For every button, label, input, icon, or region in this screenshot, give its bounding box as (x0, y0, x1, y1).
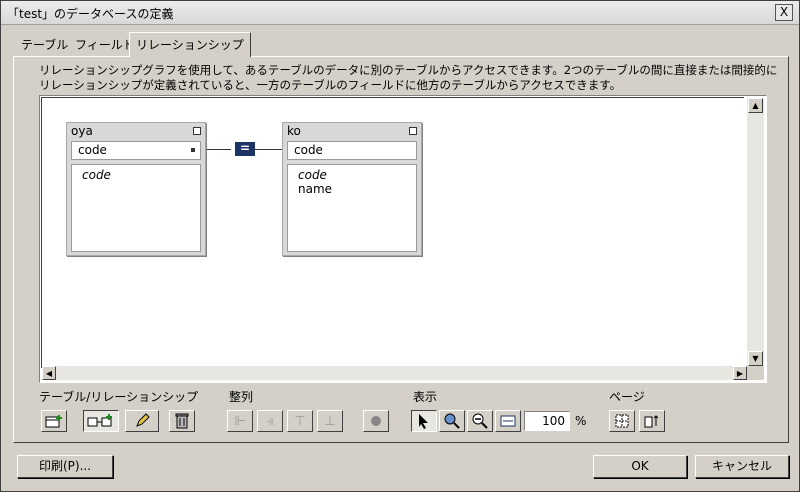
page-breaks-button[interactable] (609, 410, 635, 432)
tab-tables[interactable]: テーブル (15, 35, 76, 56)
scroll-corner (747, 366, 764, 380)
align-top-icon: ⊤ (294, 413, 306, 429)
page-setup-icon (644, 415, 659, 428)
zoom-input[interactable]: 100 (524, 411, 570, 431)
pencil-icon (136, 413, 150, 427)
align-left-icon: ⊩ (234, 413, 246, 429)
tab-relationships[interactable]: リレーションシップ (129, 32, 251, 57)
arrow-pointer-icon (419, 414, 428, 429)
align-bottom-icon: ⊥ (324, 413, 336, 429)
scroll-left-icon[interactable]: ◀ (42, 366, 56, 380)
trash-icon (175, 413, 189, 429)
table-name: oya (71, 124, 93, 138)
fit-window-button[interactable] (495, 410, 521, 432)
vertical-scrollbar[interactable]: ▲ ▼ (747, 98, 764, 366)
field-item[interactable]: code (298, 168, 416, 182)
relationship-graph[interactable]: oya code code = ko code code name ▲ ▼ ◀ … (39, 95, 767, 383)
cancel-button[interactable]: キャンセル (695, 455, 789, 478)
table-header[interactable]: oya (67, 123, 205, 139)
key-field-label: code (294, 143, 323, 157)
key-field[interactable]: code (71, 141, 201, 160)
zoom-out-button[interactable] (467, 410, 493, 432)
group-label-tables: テーブル/リレーションシップ (39, 390, 199, 404)
group-label-page: ページ (609, 390, 645, 404)
delete-button[interactable] (169, 410, 195, 432)
scroll-down-icon[interactable]: ▼ (748, 351, 763, 366)
page-setup-button[interactable] (639, 410, 665, 432)
horizontal-scrollbar[interactable]: ◀ ▶ (42, 366, 747, 380)
key-field-label: code (78, 143, 107, 157)
key-marker-icon (191, 148, 195, 152)
field-item[interactable]: name (298, 182, 416, 196)
field-item[interactable]: code (82, 168, 200, 182)
description-text: リレーションシップグラフを使用して、あるテーブルのデータに別のテーブルからアクセ… (39, 63, 778, 92)
key-field[interactable]: code (287, 141, 417, 160)
add-table-button[interactable] (41, 410, 67, 432)
table-occurrence-oya[interactable]: oya code code (66, 122, 206, 256)
zoom-unit: % (575, 414, 587, 428)
relationship-operator[interactable]: = (235, 142, 255, 156)
field-list[interactable]: code name (287, 164, 417, 252)
print-button[interactable]: 印刷(P)... (17, 455, 113, 478)
align-right-icon: ⫣ (266, 413, 274, 429)
define-database-dialog: 「test」のデータベースの定義 X テーブル フィールド リレーションシップ … (0, 0, 800, 492)
page-breaks-icon (615, 414, 629, 428)
scroll-right-icon[interactable]: ▶ (733, 366, 747, 380)
fit-window-icon (500, 415, 516, 427)
add-table-icon (45, 415, 62, 428)
zoom-out-icon (472, 413, 488, 429)
group-label-arrange: 整列 (229, 390, 254, 404)
scroll-up-icon[interactable]: ▲ (748, 98, 763, 113)
title-bar: 「test」のデータベースの定義 X (1, 1, 799, 25)
zoom-in-icon (444, 413, 460, 429)
table-header[interactable]: ko (283, 123, 421, 139)
table-menu-icon[interactable] (193, 127, 201, 135)
align-right-button[interactable]: ⫣ (257, 410, 283, 432)
add-relationship-icon (87, 414, 112, 427)
field-list[interactable]: code (71, 164, 201, 252)
group-label-view: 表示 (413, 390, 438, 404)
ok-button[interactable]: OK (593, 455, 687, 478)
graph-area[interactable]: oya code code = ko code code name (41, 97, 744, 368)
table-occurrence-ko[interactable]: ko code code name (282, 122, 422, 256)
table-name: ko (287, 124, 301, 138)
zoom-in-button[interactable] (439, 410, 465, 432)
align-left-button[interactable]: ⊩ (227, 410, 253, 432)
relationship-line-left (207, 149, 231, 150)
close-button[interactable]: X (775, 4, 793, 21)
color-button[interactable] (363, 410, 389, 432)
add-relationship-button[interactable] (83, 410, 119, 432)
align-bottom-button[interactable]: ⊥ (317, 410, 343, 432)
align-top-button[interactable]: ⊤ (287, 410, 313, 432)
color-circle-icon (371, 416, 381, 426)
table-menu-icon[interactable] (409, 127, 417, 135)
window-title: 「test」のデータベースの定義 (7, 7, 174, 21)
edit-button[interactable] (125, 410, 159, 432)
select-tool-button[interactable] (411, 410, 437, 432)
relationship-line-right (255, 149, 283, 150)
